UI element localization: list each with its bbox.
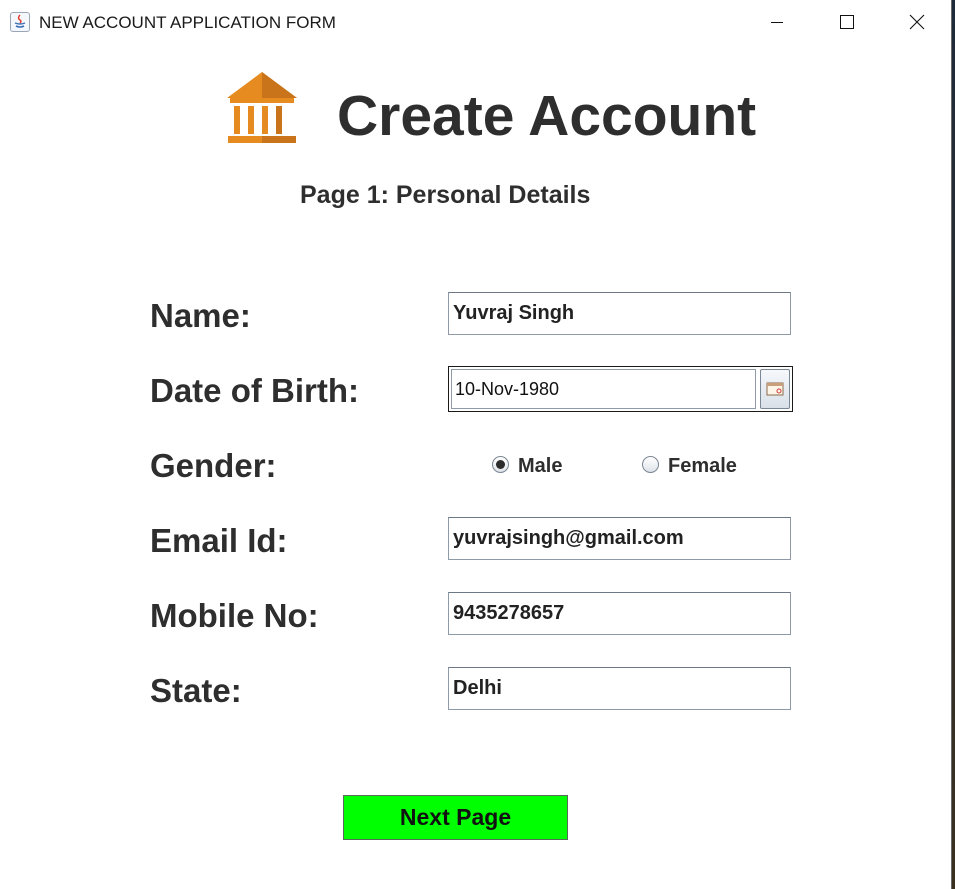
- window-title: NEW ACCOUNT APPLICATION FORM: [39, 13, 336, 32]
- close-button[interactable]: [894, 0, 940, 45]
- application-window: NEW ACCOUNT APPLICATION FORM Create Acco…: [0, 0, 952, 889]
- maximize-button[interactable]: [824, 0, 870, 45]
- page-subtitle: Page 1: Personal Details: [300, 181, 591, 209]
- gender-male-radio[interactable]: [492, 456, 509, 473]
- dob-label: Date of Birth:: [150, 372, 359, 409]
- gender-label: Gender:: [150, 447, 277, 484]
- gender-female-label[interactable]: Female: [668, 455, 737, 478]
- mobile-label: Mobile No:: [150, 597, 319, 634]
- mobile-field[interactable]: 9435278657: [448, 592, 791, 635]
- state-label: State:: [150, 672, 242, 709]
- bank-icon: [224, 68, 300, 152]
- java-app-icon: [10, 12, 30, 32]
- date-picker: 10-Nov-1980: [448, 366, 793, 412]
- page-title: Create Account: [337, 84, 757, 148]
- calendar-icon: [766, 382, 784, 396]
- name-field[interactable]: Yuvraj Singh: [448, 292, 791, 335]
- state-field[interactable]: Delhi: [448, 667, 791, 710]
- gender-male-label[interactable]: Male: [518, 455, 562, 478]
- name-label: Name:: [150, 297, 251, 334]
- calendar-button[interactable]: [760, 369, 790, 409]
- dob-field[interactable]: 10-Nov-1980: [451, 369, 756, 409]
- email-label: Email Id:: [150, 522, 288, 559]
- title-bar: NEW ACCOUNT APPLICATION FORM: [0, 0, 952, 45]
- next-page-button[interactable]: Next Page: [343, 795, 568, 840]
- minimize-button[interactable]: [754, 0, 800, 45]
- email-field[interactable]: yuvrajsingh@gmail.com: [448, 517, 791, 560]
- gender-female-radio[interactable]: [642, 456, 659, 473]
